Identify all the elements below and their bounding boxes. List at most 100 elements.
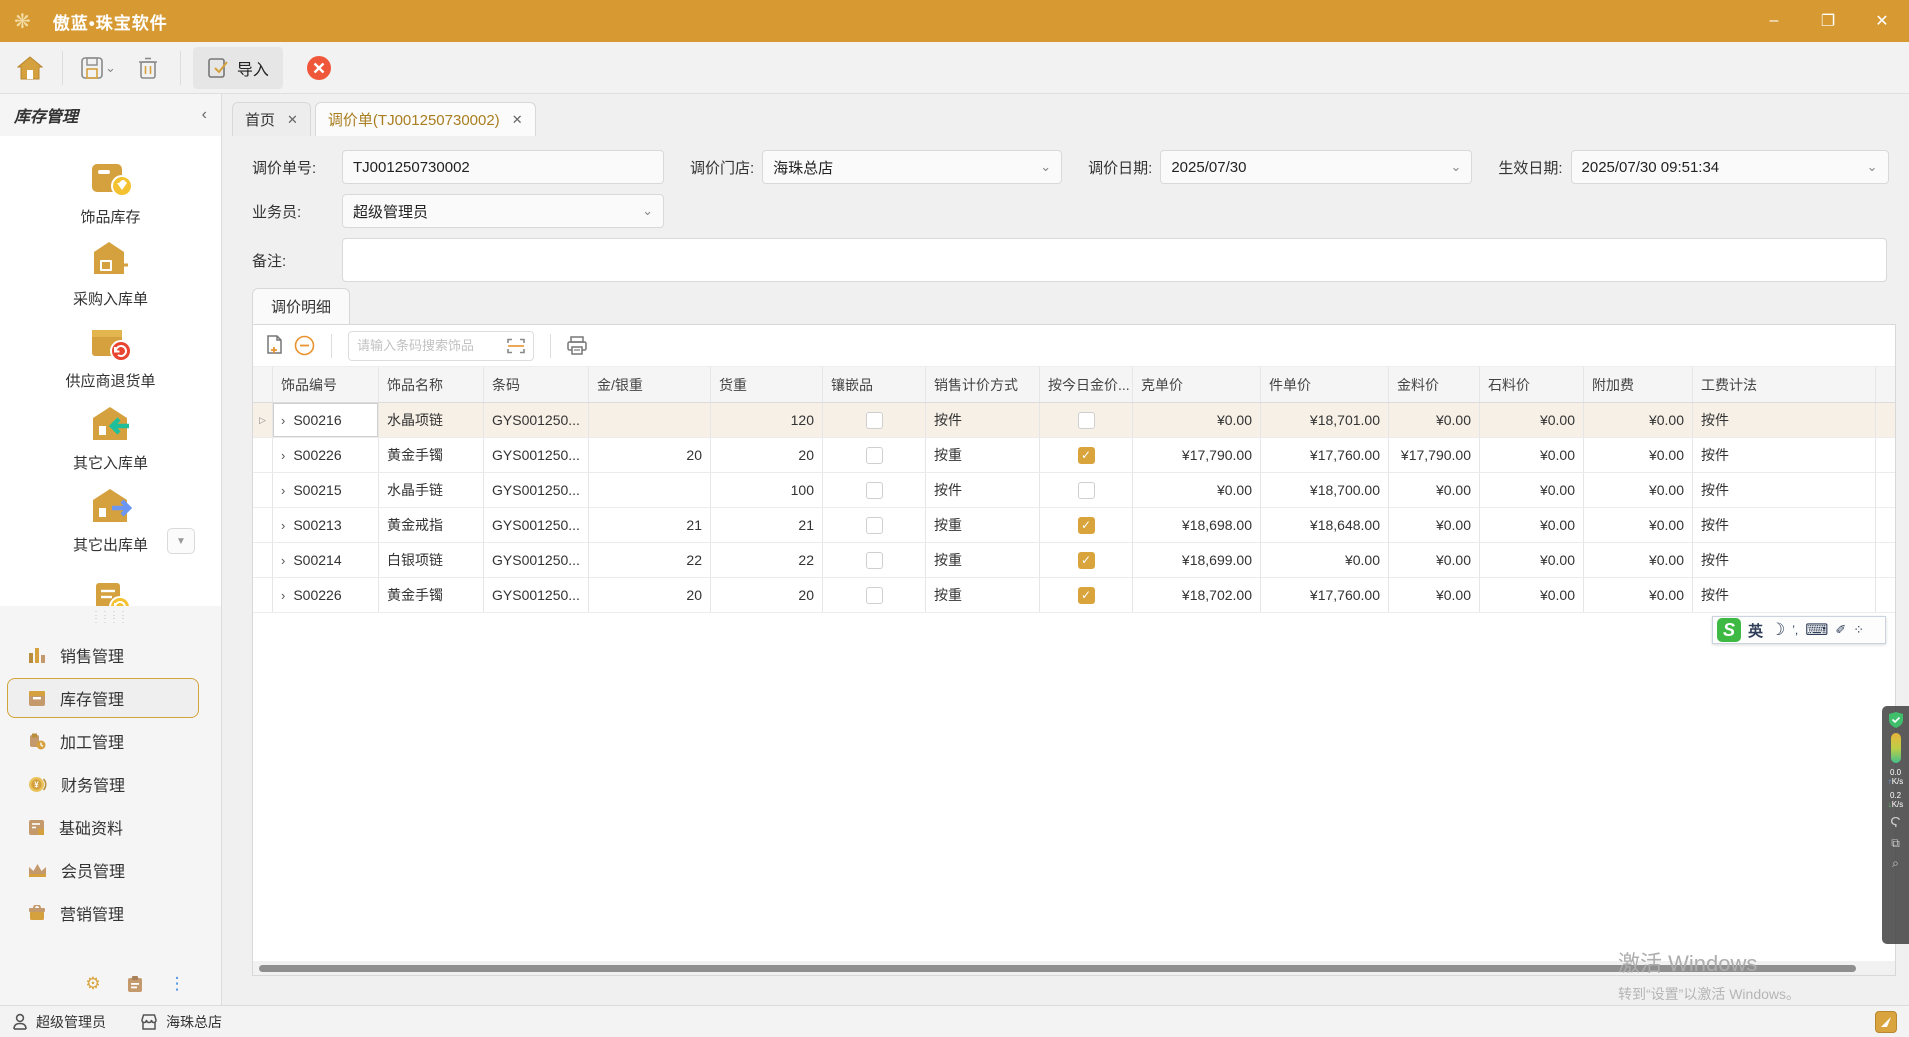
- column-header-code[interactable]: 饰品编号: [273, 367, 379, 402]
- checkbox-today_gold[interactable]: [1078, 412, 1095, 429]
- cell-inlay[interactable]: [823, 543, 926, 577]
- menu-item-5[interactable]: 会员管理: [7, 850, 199, 890]
- column-header-gold_price[interactable]: 金料价: [1389, 367, 1480, 402]
- minimize-button[interactable]: –: [1747, 0, 1801, 42]
- tab-0[interactable]: 首页✕: [232, 102, 311, 136]
- shortcut-item-5[interactable]: [0, 560, 221, 606]
- menu-item-1[interactable]: 库存管理: [7, 678, 199, 718]
- detail-tab[interactable]: 调价明细: [252, 288, 350, 324]
- row-expander-icon[interactable]: ›: [281, 448, 285, 463]
- column-header-gold_weight[interactable]: 金/银重: [589, 367, 711, 402]
- dock-screenshot-icon[interactable]: ⧉: [1891, 836, 1900, 851]
- dock-swirl-icon[interactable]: Ϛ: [1890, 814, 1901, 831]
- ime-handwrite-icon[interactable]: ✐: [1835, 622, 1846, 638]
- cell-inlay[interactable]: [823, 438, 926, 472]
- barcode-scan-icon[interactable]: [507, 338, 525, 354]
- column-header-name[interactable]: 饰品名称: [379, 367, 484, 402]
- dock-search-icon[interactable]: ⌕: [1892, 856, 1899, 871]
- more-dots-icon[interactable]: ⋮: [169, 974, 186, 994]
- checkbox-today_gold[interactable]: [1078, 482, 1095, 499]
- menu-item-6[interactable]: 营销管理: [7, 893, 199, 933]
- salesman-select[interactable]: 超级管理员⌄: [342, 194, 664, 228]
- ime-keyboard-icon[interactable]: ⌨: [1805, 620, 1828, 640]
- cell-today_gold[interactable]: [1040, 403, 1133, 437]
- table-row[interactable]: ›S00226黄金手镯GYS001250...2020按重✓¥18,702.00…: [253, 578, 1895, 613]
- row-selector[interactable]: [253, 473, 273, 507]
- cell-inlay[interactable]: [823, 578, 926, 612]
- clipboard-icon[interactable]: [127, 975, 143, 993]
- cancel-button[interactable]: [299, 48, 339, 88]
- column-header-inlay[interactable]: 镶嵌品: [823, 367, 926, 402]
- close-button[interactable]: ✕: [1855, 0, 1909, 42]
- shield-check-icon[interactable]: [1889, 712, 1903, 728]
- date-select[interactable]: 2025/07/30⌄: [1160, 150, 1472, 184]
- settings-gear-icon[interactable]: ⚙: [85, 974, 100, 994]
- cell-today_gold[interactable]: ✓: [1040, 578, 1133, 612]
- shortcut-item-1[interactable]: 采购入库单: [0, 232, 221, 314]
- table-row[interactable]: ›S00213黄金戒指GYS001250...2121按重✓¥18,698.00…: [253, 508, 1895, 543]
- sogou-logo-icon[interactable]: S: [1717, 618, 1741, 642]
- checkbox-inlay[interactable]: [866, 482, 883, 499]
- effective-date-select[interactable]: 2025/07/30 09:51:34⌄: [1571, 150, 1889, 184]
- save-button[interactable]: ⌄: [75, 48, 122, 88]
- column-header-piece_price[interactable]: 件单价: [1261, 367, 1389, 402]
- checkbox-inlay[interactable]: [866, 552, 883, 569]
- remark-input[interactable]: [342, 238, 1887, 282]
- row-expander-icon[interactable]: ›: [281, 413, 285, 428]
- checkbox-today_gold[interactable]: ✓: [1078, 552, 1095, 569]
- shortcuts-more-button[interactable]: ▼: [167, 528, 195, 554]
- remove-item-button[interactable]: [294, 335, 315, 356]
- ime-punct-icon[interactable]: ’,: [1792, 623, 1798, 637]
- menu-item-4[interactable]: 基础资料: [7, 807, 199, 847]
- cell-inlay[interactable]: [823, 508, 926, 542]
- menu-item-0[interactable]: 销售管理: [7, 635, 199, 675]
- row-expander-icon[interactable]: ›: [281, 483, 285, 498]
- checkbox-today_gold[interactable]: ✓: [1078, 517, 1095, 534]
- checkbox-inlay[interactable]: [866, 447, 883, 464]
- row-selector[interactable]: [253, 578, 273, 612]
- tab-1[interactable]: 调价单(TJ001250730002)✕: [315, 102, 536, 136]
- shortcut-item-2[interactable]: 供应商退货单: [0, 314, 221, 396]
- row-selector[interactable]: [253, 543, 273, 577]
- ime-mode-button[interactable]: 英: [1748, 620, 1763, 641]
- checkbox-today_gold[interactable]: ✓: [1078, 587, 1095, 604]
- menu-item-3[interactable]: ¥财务管理: [7, 764, 199, 804]
- row-selector[interactable]: [253, 508, 273, 542]
- column-header-stone_price[interactable]: 石料价: [1480, 367, 1584, 402]
- menu-item-2[interactable]: 加工管理: [7, 721, 199, 761]
- store-select[interactable]: 海珠总店⌄: [762, 150, 1062, 184]
- shortcut-item-0[interactable]: 饰品库存: [0, 150, 221, 232]
- column-header-labor[interactable]: 工费计法: [1693, 367, 1876, 402]
- column-header-pricing[interactable]: 销售计价方式: [926, 367, 1040, 402]
- launcher-button[interactable]: [1875, 1011, 1897, 1033]
- scrollbar-thumb[interactable]: [259, 965, 1856, 972]
- sidebar-collapse-icon[interactable]: ‹: [202, 106, 207, 124]
- cell-today_gold[interactable]: ✓: [1040, 543, 1133, 577]
- column-header-surcharge[interactable]: 附加费: [1584, 367, 1693, 402]
- cell-inlay[interactable]: [823, 473, 926, 507]
- row-selector[interactable]: [253, 438, 273, 472]
- cell-today_gold[interactable]: [1040, 473, 1133, 507]
- table-row[interactable]: ›S00226黄金手镯GYS001250...2020按重✓¥17,790.00…: [253, 438, 1895, 473]
- delete-button[interactable]: [128, 48, 168, 88]
- add-item-button[interactable]: [265, 335, 284, 356]
- table-row[interactable]: ›S00215水晶手链GYS001250...100按件¥0.00¥18,700…: [253, 473, 1895, 508]
- row-expander-icon[interactable]: ›: [281, 553, 285, 568]
- barcode-search-input[interactable]: [357, 338, 501, 353]
- performance-pill-icon[interactable]: [1891, 733, 1901, 763]
- checkbox-inlay[interactable]: [866, 517, 883, 534]
- checkbox-today_gold[interactable]: ✓: [1078, 447, 1095, 464]
- row-selector[interactable]: ▷: [253, 403, 273, 437]
- cell-today_gold[interactable]: ✓: [1040, 438, 1133, 472]
- table-row[interactable]: ▷›S00216水晶项链GYS001250...120按件¥0.00¥18,70…: [253, 403, 1895, 438]
- table-row[interactable]: ›S00214白银项链GYS001250...2222按重✓¥18,699.00…: [253, 543, 1895, 578]
- import-button[interactable]: 导入: [193, 47, 283, 89]
- cell-today_gold[interactable]: ✓: [1040, 508, 1133, 542]
- shortcut-item-3[interactable]: 其它入库单: [0, 396, 221, 478]
- ime-toolbox-icon[interactable]: ⁘: [1853, 622, 1864, 638]
- print-button[interactable]: [567, 336, 587, 355]
- column-header-barcode[interactable]: 条码: [484, 367, 589, 402]
- cell-inlay[interactable]: [823, 403, 926, 437]
- checkbox-inlay[interactable]: [866, 587, 883, 604]
- column-header-weight[interactable]: 货重: [711, 367, 823, 402]
